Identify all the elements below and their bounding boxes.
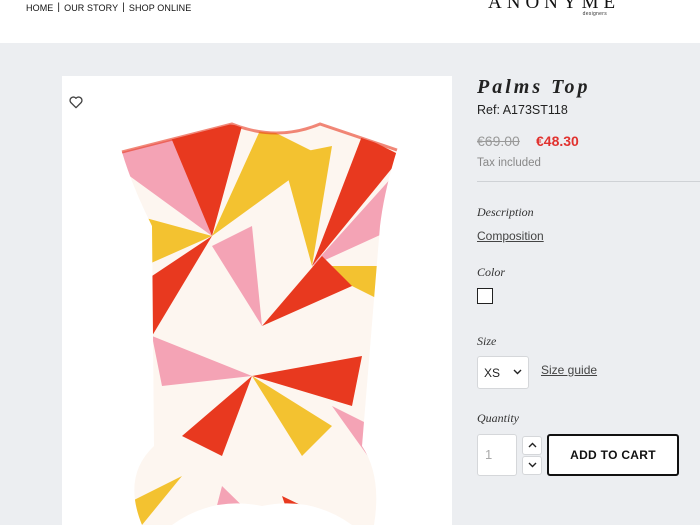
sale-price: €48.30 <box>536 133 579 149</box>
chevron-down-icon <box>528 462 537 468</box>
size-selected-value: XS <box>484 366 501 380</box>
quantity-increase-button[interactable] <box>522 436 542 455</box>
blouse-icon <box>121 122 398 525</box>
size-select[interactable]: XS <box>477 356 529 389</box>
composition-link[interactable]: Composition <box>477 229 544 243</box>
nav-separator: | <box>122 2 125 13</box>
description-label: Description <box>477 205 534 219</box>
quantity-label: Quantity <box>477 411 519 425</box>
brand-logo[interactable]: ANONYME designers <box>488 0 615 17</box>
quantity-input[interactable]: 1 <box>477 434 517 476</box>
divider <box>477 181 700 182</box>
quantity-decrease-button[interactable] <box>522 456 542 475</box>
add-to-cart-button[interactable]: ADD TO CART <box>547 434 679 476</box>
nav-our-story-link[interactable]: OUR STORY <box>64 3 118 13</box>
nav-separator: | <box>57 2 61 13</box>
old-price: €69.00 <box>477 133 520 149</box>
nav-shop-online-link[interactable]: SHOP ONLINE <box>129 3 191 13</box>
chevron-up-icon <box>528 442 537 448</box>
product-image[interactable] <box>62 76 452 525</box>
nav-home-link[interactable]: HOME <box>26 3 53 13</box>
site-header: HOME | OUR STORY | SHOP ONLINE ANONYME d… <box>0 0 700 43</box>
heart-outline-icon[interactable] <box>68 94 84 110</box>
size-label: Size <box>477 334 497 348</box>
size-guide-link[interactable]: Size guide <box>541 363 597 377</box>
product-title: Palms Top <box>477 76 591 98</box>
color-label: Color <box>477 265 506 279</box>
chevron-down-icon <box>513 369 522 375</box>
top-nav: HOME | OUR STORY | SHOP ONLINE <box>26 2 191 13</box>
color-swatch-white[interactable] <box>477 288 493 304</box>
tax-note: Tax included <box>477 157 541 169</box>
product-reference: Ref: A173ST118 <box>477 103 568 117</box>
